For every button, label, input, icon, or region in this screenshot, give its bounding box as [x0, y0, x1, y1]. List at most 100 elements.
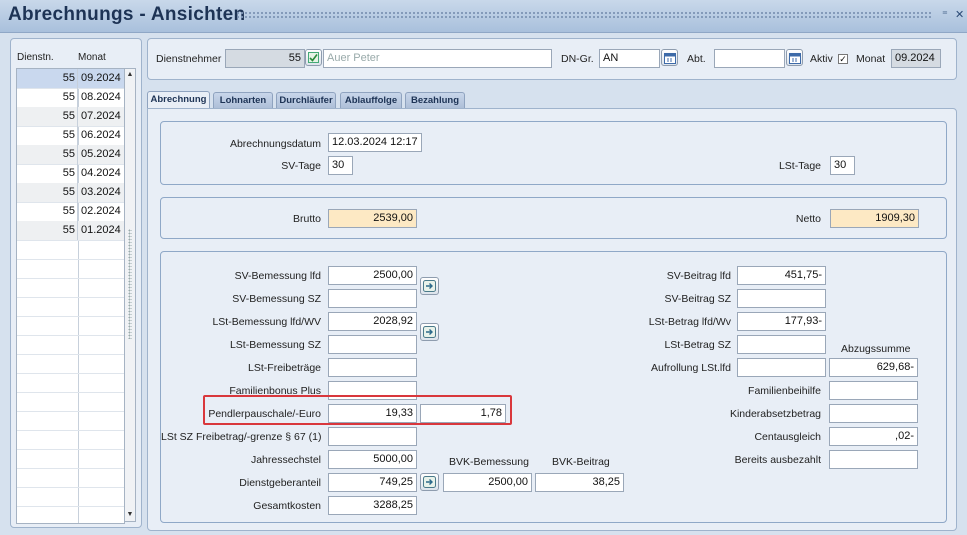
kinderabsetzbetrag-field[interactable]	[829, 404, 918, 423]
monat-cell: 03.2024	[81, 186, 121, 198]
list-scrollbar[interactable]: ▲ ▼	[124, 68, 136, 522]
dngr-field[interactable]: AN	[599, 49, 660, 68]
scroll-down-icon[interactable]: ▼	[125, 509, 135, 521]
monat-cell: 09.2024	[81, 72, 121, 84]
lst-freibetraege-label: LSt-Freibeträge	[248, 362, 321, 374]
dienstn-cell: 55	[17, 183, 78, 202]
bvk-bemessung-field[interactable]: 2500,00	[443, 473, 532, 492]
dienstnehmer-number-field[interactable]: 55	[225, 49, 305, 68]
centausgleich-field[interactable]: ,02-	[829, 427, 918, 446]
sv-beitrag-sz-field[interactable]	[737, 289, 826, 308]
sv-detail-button[interactable]	[420, 277, 439, 295]
empty-list-row	[17, 411, 124, 431]
lst-bemessung-lfd-field[interactable]: 2028,92	[328, 312, 417, 331]
title-grip[interactable]	[236, 11, 933, 20]
empty-list-row	[17, 373, 124, 393]
minimize-icon[interactable]: ⁼	[942, 8, 948, 21]
employee-select-button[interactable]	[305, 49, 322, 66]
lst-betrag-sz-field[interactable]	[737, 335, 826, 354]
bvk-beitrag-field[interactable]: 38,25	[535, 473, 624, 492]
arrow-right-icon	[423, 280, 436, 292]
svtage-field[interactable]: 30	[328, 156, 353, 175]
empty-list-row	[17, 316, 124, 336]
empty-list-row	[17, 430, 124, 450]
abt-lookup-button[interactable]	[786, 49, 803, 66]
tab-bezahlung[interactable]: Bezahlung	[405, 92, 465, 108]
lst-bemessung-sz-field[interactable]	[328, 335, 417, 354]
sv-beitrag-lfd-label: SV-Beitrag lfd	[666, 270, 731, 282]
details-section: SV-Bemessung lfd 2500,00 SV-Bemessung SZ…	[160, 251, 947, 523]
dngr-lookup-button[interactable]	[661, 49, 678, 66]
lst-bemessung-lfd-label: LSt-Bemessung lfd/WV	[212, 316, 321, 328]
empty-list-row	[17, 449, 124, 469]
list-row[interactable]: 55 08.2024	[17, 88, 124, 108]
list-row[interactable]: 55 02.2024	[17, 202, 124, 222]
aktiv-checkbox[interactable]: ✓	[838, 54, 848, 64]
lst-sz-freibetrag-field[interactable]	[328, 427, 417, 446]
aufrollung-label: Aufrollung LSt.lfd	[651, 362, 731, 374]
tab-durchlaeufer[interactable]: Durchläufer	[276, 92, 336, 108]
scroll-up-icon[interactable]: ▲	[125, 69, 135, 81]
list-row[interactable]: 55 06.2024	[17, 126, 124, 146]
empty-list-row	[17, 487, 124, 507]
empty-list-row	[17, 259, 124, 279]
tab-abrechnung[interactable]: Abrechnung	[147, 91, 210, 109]
tab-lohnarten[interactable]: Lohnarten	[213, 92, 273, 108]
abzugssumme-label: Abzugssumme	[841, 343, 911, 355]
familienbeihilfe-field[interactable]	[829, 381, 918, 400]
employee-header: Dienstnehmer 55 Auer Peter DN-Gr. AN Abt…	[147, 38, 957, 80]
jahressechstel-label: Jahressechstel	[250, 454, 321, 466]
brutto-label: Brutto	[292, 213, 321, 225]
window-title: Abrechnungs - Ansichten	[8, 4, 246, 25]
bvk-bemessung-label: BVK-Bemessung	[449, 456, 529, 468]
list-row[interactable]: 55 05.2024	[17, 145, 124, 165]
abt-field[interactable]	[714, 49, 785, 68]
dienstnehmer-name-field[interactable]: Auer Peter	[323, 49, 552, 68]
list-row[interactable]: 55 01.2024	[17, 221, 124, 241]
dienstn-cell: 55	[17, 145, 78, 164]
brutto-field[interactable]: 2539,00	[328, 209, 417, 228]
sv-bemessung-sz-field[interactable]	[328, 289, 417, 308]
sv-beitrag-sz-label: SV-Beitrag SZ	[664, 293, 731, 305]
gesamtkosten-field[interactable]: 3288,25	[328, 496, 417, 515]
close-icon[interactable]: ✕	[955, 8, 964, 21]
dienstn-cell: 55	[17, 221, 78, 240]
monat-cell: 07.2024	[81, 110, 121, 122]
sv-bemessung-lfd-label: SV-Bemessung lfd	[234, 270, 321, 282]
list-row[interactable]: 55 09.2024	[17, 69, 124, 89]
bereits-ausbezahlt-field[interactable]	[829, 450, 918, 469]
dienstn-cell: 55	[17, 126, 78, 145]
abzugssumme-field[interactable]: 629,68-	[829, 358, 918, 377]
abrechnungsdatum-field[interactable]: 12.03.2024 12:17	[328, 133, 422, 152]
list-row[interactable]: 55 07.2024	[17, 107, 124, 127]
empty-list-row	[17, 335, 124, 355]
tab-ablauffolge[interactable]: Ablauffolge	[340, 92, 402, 108]
check-icon	[308, 52, 319, 63]
empty-list-row	[17, 354, 124, 374]
netto-field[interactable]: 1909,30	[830, 209, 919, 228]
abrechnungsdatum-label: Abrechnungsdatum	[229, 138, 321, 150]
dienstn-cell: 55	[17, 69, 78, 88]
familienbeihilfe-label: Familienbeihilfe	[748, 385, 821, 397]
lst-freibetraege-field[interactable]	[328, 358, 417, 377]
lst-betrag-lfd-field[interactable]: 177,93-	[737, 312, 826, 331]
lst-bemessung-sz-label: LSt-Bemessung SZ	[229, 339, 321, 351]
lsttage-field[interactable]: 30	[830, 156, 855, 175]
lst-betrag-sz-label: LSt-Betrag SZ	[664, 339, 731, 351]
empty-list-row	[17, 278, 124, 298]
aktiv-label: Aktiv	[810, 53, 833, 65]
dienstgeberanteil-field[interactable]: 749,25	[328, 473, 417, 492]
lst-detail-button[interactable]	[420, 323, 439, 341]
monat-field[interactable]: 09.2024	[891, 49, 941, 68]
dienstn-cell: 55	[17, 88, 78, 107]
list-row[interactable]: 55 03.2024	[17, 183, 124, 203]
scroll-grip[interactable]	[128, 229, 132, 339]
sv-bemessung-lfd-field[interactable]: 2500,00	[328, 266, 417, 285]
dg-detail-button[interactable]	[420, 473, 439, 491]
list-row[interactable]: 55 04.2024	[17, 164, 124, 184]
title-bar: Abrechnungs - Ansichten ⁼ ✕	[0, 0, 967, 33]
jahressechstel-field[interactable]: 5000,00	[328, 450, 417, 469]
calendar-icon	[664, 53, 676, 64]
aufrollung-field[interactable]	[737, 358, 826, 377]
sv-beitrag-lfd-field[interactable]: 451,75-	[737, 266, 826, 285]
